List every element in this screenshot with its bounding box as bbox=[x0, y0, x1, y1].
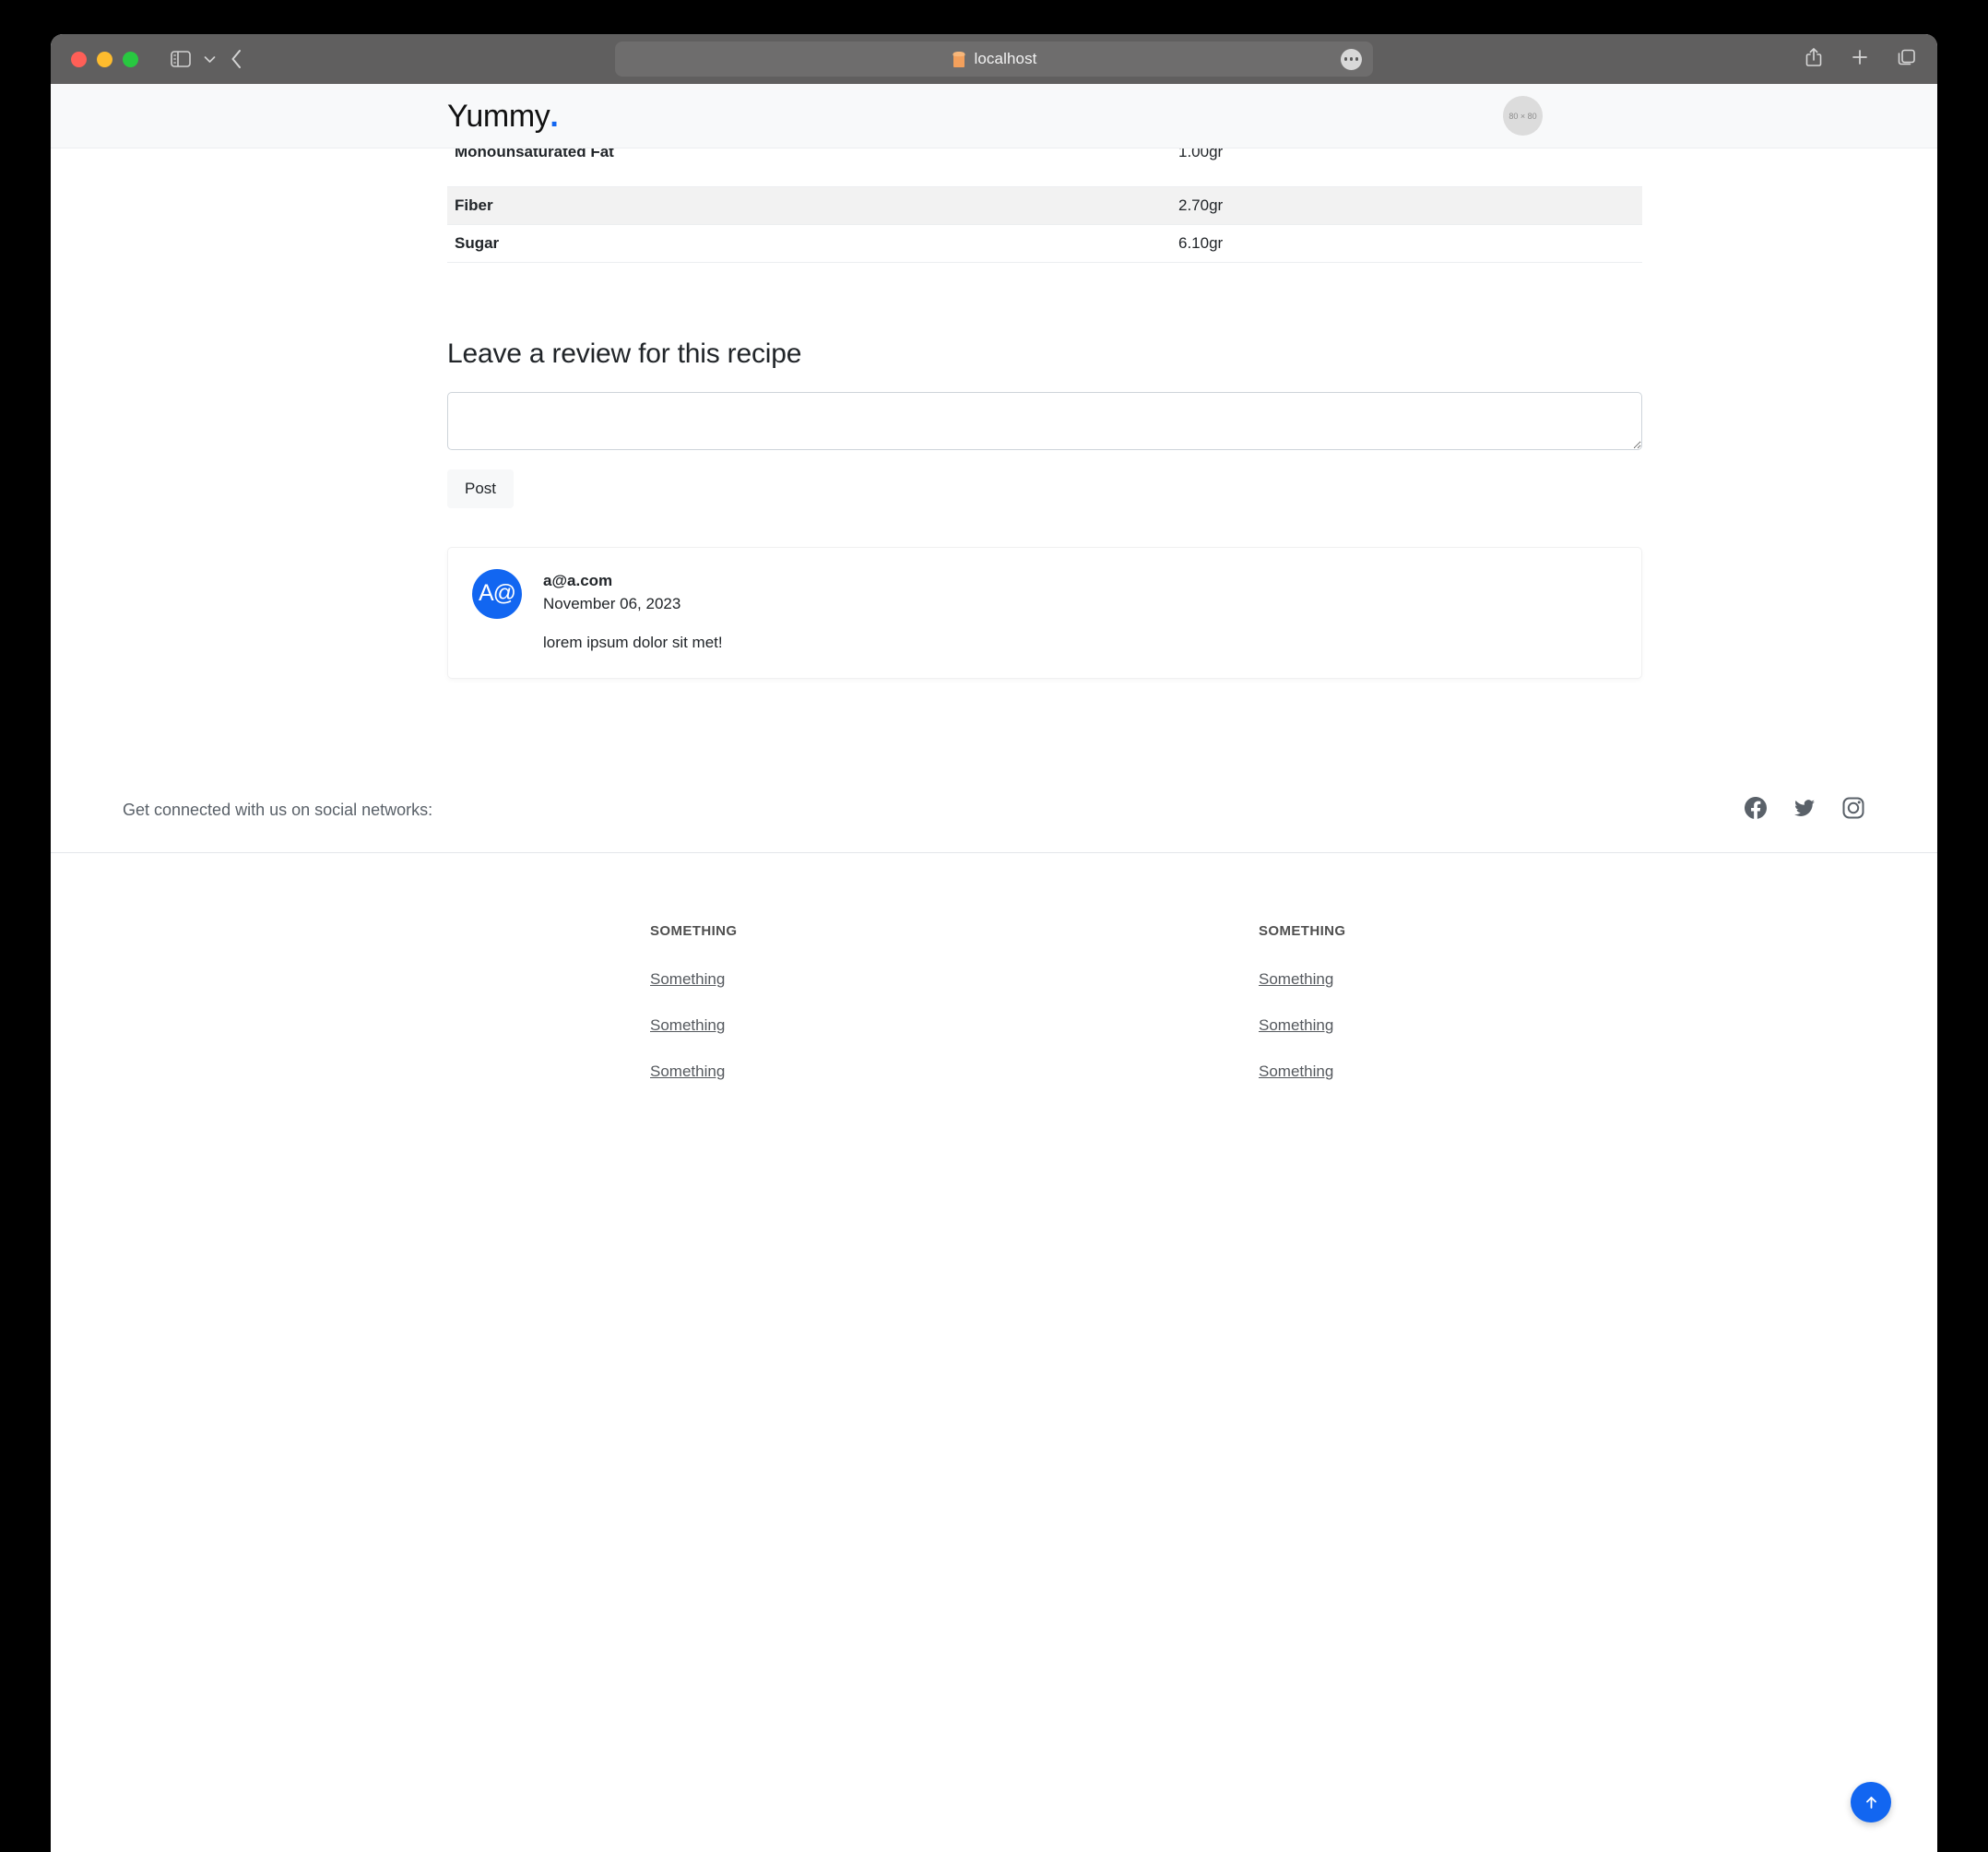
sidebar-dropdown-button[interactable] bbox=[201, 51, 218, 67]
back-icon bbox=[231, 50, 241, 68]
review-date: November 06, 2023 bbox=[543, 594, 681, 612]
share-button[interactable] bbox=[1805, 47, 1823, 72]
close-window-button[interactable] bbox=[71, 51, 87, 67]
review-avatar: A@ bbox=[472, 568, 522, 619]
sidebar-toggle-button[interactable] bbox=[171, 51, 218, 67]
browser-window: localhost Yummy. 80 × 80 Monounsaturated… bbox=[51, 34, 1937, 1852]
footer-column-heading: SOMETHING bbox=[1259, 923, 1346, 940]
instagram-icon bbox=[1842, 797, 1864, 819]
table-cell-label: Sugar bbox=[447, 224, 1171, 263]
browser-titlebar: localhost bbox=[51, 34, 1937, 84]
review-text: lorem ipsum dolor sit met! bbox=[543, 634, 723, 652]
footer-column-2: SOMETHING Something Something Something bbox=[1259, 923, 1867, 1081]
brand-text: Yummy bbox=[447, 98, 550, 134]
site-logo[interactable]: Yummy. bbox=[447, 98, 559, 134]
window-controls bbox=[71, 51, 138, 67]
footer-column-1: SOMETHING Something Something Something bbox=[650, 923, 1259, 1081]
facebook-link[interactable] bbox=[1744, 796, 1768, 825]
footer-column-heading: SOMETHING bbox=[650, 923, 738, 940]
address-bar-container: localhost bbox=[51, 42, 1937, 77]
maximize-window-button[interactable] bbox=[123, 51, 138, 67]
scroll-to-top-button[interactable] bbox=[1851, 1782, 1891, 1822]
dot bbox=[1355, 57, 1358, 61]
address-bar-content: localhost bbox=[952, 50, 1037, 68]
site-header: Yummy. 80 × 80 bbox=[51, 84, 1937, 148]
address-bar-more-button[interactable] bbox=[1341, 48, 1362, 70]
social-icon-list bbox=[1744, 796, 1865, 825]
table-cell-value: 6.10gr bbox=[1171, 224, 1642, 263]
review-avatar-initials: A@ bbox=[478, 580, 516, 606]
page-orange-icon bbox=[952, 51, 965, 67]
main-content: Monounsaturated Fat 1.00gr Fiber 2.70gr … bbox=[51, 148, 1937, 680]
footer-link[interactable]: Something bbox=[650, 970, 725, 989]
address-bar-url: localhost bbox=[974, 50, 1037, 67]
dot bbox=[1344, 57, 1348, 61]
social-strip-label: Get connected with us on social networks… bbox=[123, 801, 433, 820]
browser-toolbar-right bbox=[1805, 47, 1917, 72]
minimize-window-button[interactable] bbox=[97, 51, 112, 67]
plus-icon bbox=[1852, 49, 1867, 65]
table-cell-label: Monounsaturated Fat bbox=[447, 148, 1171, 186]
footer-link[interactable]: Something bbox=[650, 1063, 725, 1081]
user-avatar[interactable]: 80 × 80 bbox=[1503, 96, 1543, 136]
post-review-button[interactable]: Post bbox=[447, 469, 515, 508]
facebook-icon bbox=[1745, 797, 1767, 820]
avatar-placeholder-label: 80 × 80 bbox=[1509, 111, 1537, 121]
arrow-up-icon bbox=[1865, 1796, 1876, 1809]
social-strip: Get connected with us on social networks… bbox=[51, 768, 1937, 854]
table-cell-value: 1.00gr bbox=[1171, 148, 1642, 186]
footer-link[interactable]: Something bbox=[650, 1016, 725, 1035]
table-cell-value: 2.70gr bbox=[1171, 185, 1642, 225]
footer-link[interactable]: Something bbox=[1259, 970, 1333, 989]
tab-overview-button[interactable] bbox=[1897, 48, 1917, 71]
sidebar-icon bbox=[171, 51, 191, 67]
back-button[interactable] bbox=[230, 48, 244, 70]
share-icon bbox=[1805, 47, 1822, 66]
content-container: Monounsaturated Fat 1.00gr Fiber 2.70gr … bbox=[447, 148, 1642, 680]
twitter-icon bbox=[1794, 800, 1815, 817]
table-row: Monounsaturated Fat 1.00gr bbox=[447, 148, 1642, 186]
review-input[interactable] bbox=[447, 391, 1642, 450]
instagram-link[interactable] bbox=[1841, 796, 1865, 825]
footer-link[interactable]: Something bbox=[1259, 1063, 1333, 1081]
table-row: Fiber 2.70gr bbox=[447, 185, 1642, 225]
footer-spacer bbox=[51, 923, 650, 1081]
review-body: a@a.com November 06, 2023 lorem ipsum do… bbox=[543, 569, 723, 653]
clipped-label: Monounsaturated Fat bbox=[455, 148, 614, 161]
clipped-value: 1.00gr bbox=[1178, 148, 1224, 161]
tab-overview-icon bbox=[1898, 49, 1915, 65]
review-author: a@a.com bbox=[543, 571, 613, 589]
page-content: Yummy. 80 × 80 Monounsaturated Fat 1.00g… bbox=[51, 84, 1937, 1082]
footer-columns: SOMETHING Something Something Something … bbox=[51, 853, 1937, 1081]
footer-link[interactable]: Something bbox=[1259, 1016, 1333, 1035]
dot bbox=[1349, 57, 1354, 61]
chevron-down-icon bbox=[204, 55, 215, 63]
nutrition-table: Monounsaturated Fat 1.00gr Fiber 2.70gr … bbox=[447, 148, 1642, 263]
table-cell-label: Fiber bbox=[447, 185, 1171, 225]
address-bar[interactable]: localhost bbox=[615, 42, 1373, 77]
review-form-heading: Leave a review for this recipe bbox=[447, 338, 802, 369]
twitter-link[interactable] bbox=[1793, 796, 1816, 825]
review-card: A@ a@a.com November 06, 2023 lorem ipsum… bbox=[447, 546, 1642, 680]
new-tab-button[interactable] bbox=[1851, 48, 1869, 71]
table-row: Sugar 6.10gr bbox=[447, 224, 1642, 263]
brand-accent-dot: . bbox=[550, 98, 559, 134]
